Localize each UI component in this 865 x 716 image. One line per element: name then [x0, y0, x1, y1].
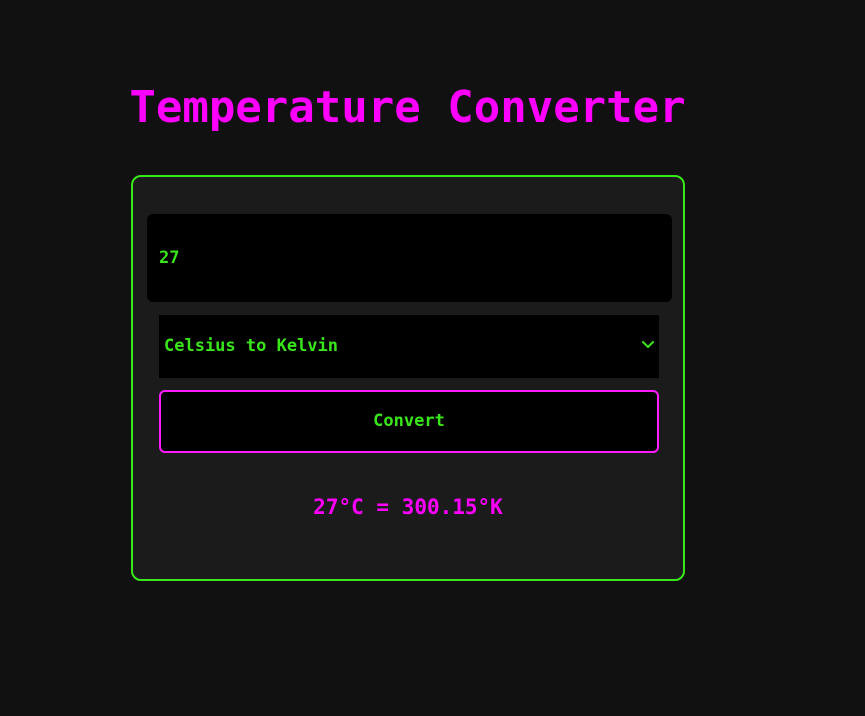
converter-card: Celsius to Kelvin Convert 27°C = 300.15°… [131, 175, 685, 581]
chevron-down-icon [642, 341, 654, 348]
result-text: 27°C = 300.15°K [313, 495, 503, 519]
conversion-select-value: Celsius to Kelvin [164, 336, 338, 356]
convert-button[interactable]: Convert [159, 390, 659, 453]
temperature-input[interactable] [147, 214, 672, 302]
conversion-select[interactable]: Celsius to Kelvin [159, 315, 659, 378]
page-title: Temperature Converter [129, 82, 686, 133]
